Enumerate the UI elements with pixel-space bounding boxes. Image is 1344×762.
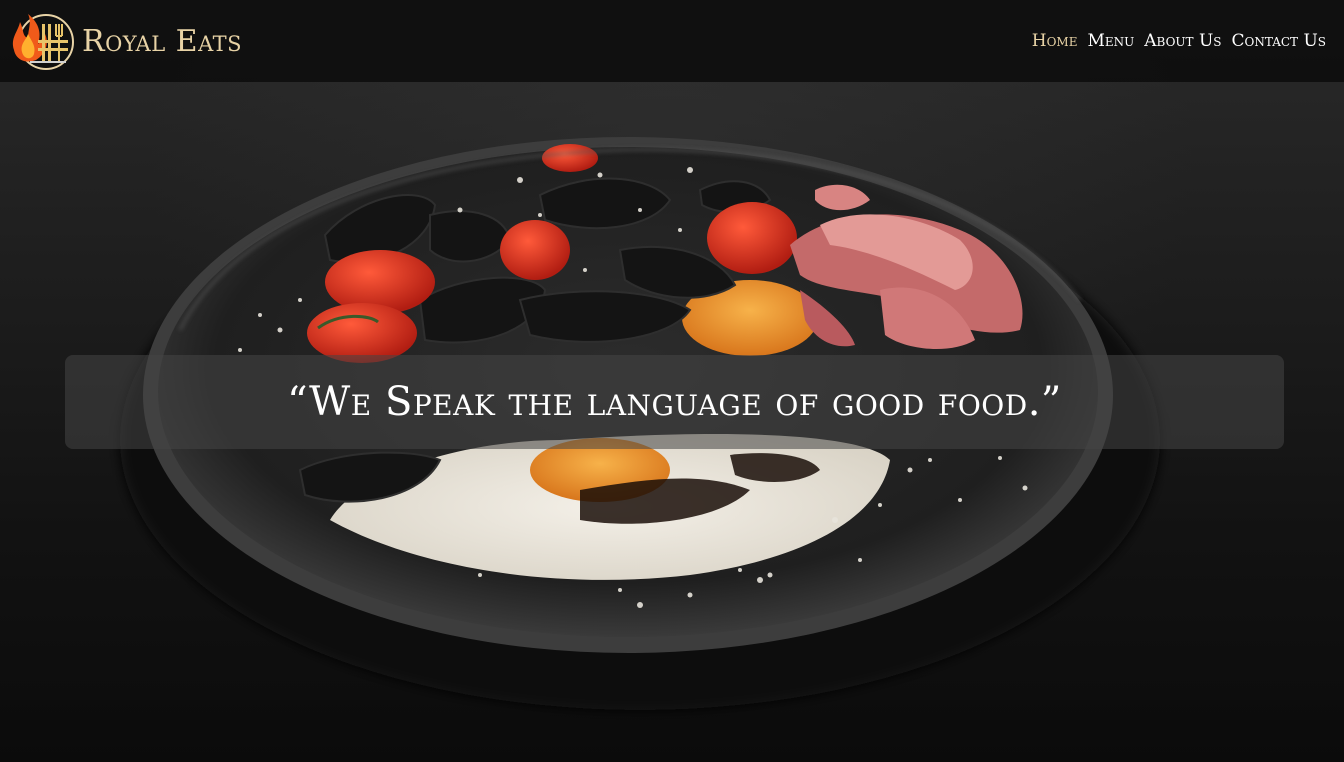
top-navbar: Royal Eats Home Menu About Us Contact Us [0,0,1344,82]
brand-link[interactable]: Royal Eats [8,10,242,72]
nav-item-contact: Contact Us [1232,31,1327,51]
nav-item-menu: Menu [1087,31,1134,51]
nav-item-about: About Us [1144,31,1221,51]
brand-name: Royal Eats [82,23,242,59]
nav-link-contact-us[interactable]: Contact Us [1232,31,1327,51]
landing-page: Royal Eats Home Menu About Us Contact Us… [0,0,1344,762]
main-nav: Home Menu About Us Contact Us [1032,31,1326,51]
nav-links: Home Menu About Us Contact Us [1032,31,1326,51]
nav-link-home[interactable]: Home [1032,31,1078,51]
flame-fork-knife-logo-icon [12,14,74,70]
hero-tagline: “We Speak the language of good food.” [287,379,1062,425]
nav-link-menu[interactable]: Menu [1087,31,1134,51]
tagline-banner: “We Speak the language of good food.” [65,355,1284,449]
nav-item-home: Home [1032,31,1078,51]
nav-link-about-us[interactable]: About Us [1144,31,1221,51]
